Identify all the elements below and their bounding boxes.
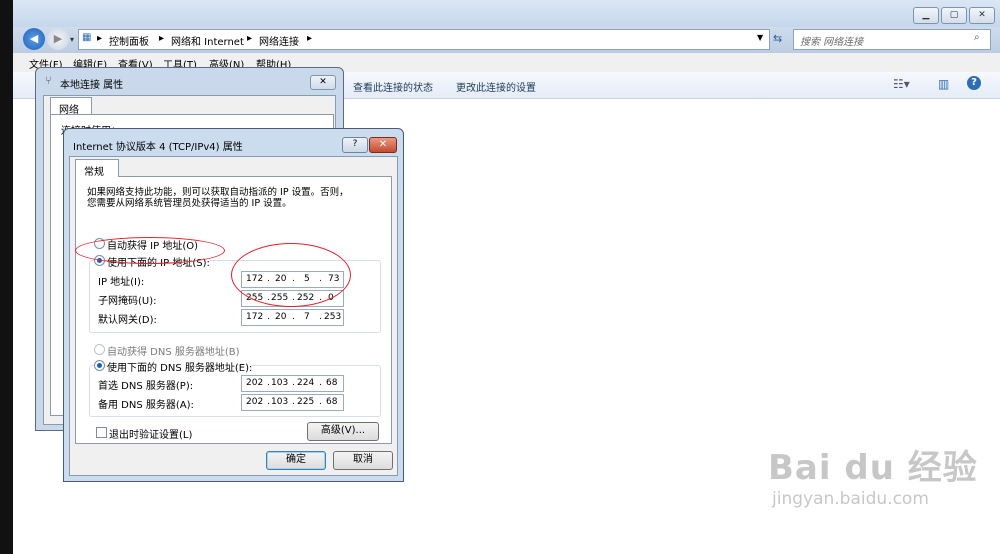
address-row: ◀ ▶ ▾ ▦ ▸ 控制面板 ▸ 网络和 Internet ▸ 网络连接 ▸ ▼… bbox=[13, 27, 1000, 53]
address-dropdown-icon[interactable]: ▼ bbox=[757, 33, 763, 42]
maximize-button[interactable]: ▢ bbox=[941, 7, 967, 24]
gateway-octet-4: 253 bbox=[324, 312, 342, 322]
dns2-octet-2: 103 bbox=[271, 397, 289, 407]
address-bar[interactable]: ▦ ▸ 控制面板 ▸ 网络和 Internet ▸ 网络连接 ▸ ▼ bbox=[78, 29, 770, 50]
advanced-button[interactable]: 高级(V)... bbox=[307, 422, 379, 441]
control-panel-icon: ▦ bbox=[82, 32, 92, 43]
manual-dns-label: 使用下面的 DNS 服务器地址(E): bbox=[107, 359, 253, 374]
dns1-octet-3: 224 bbox=[297, 378, 315, 388]
preferred-dns-input[interactable]: 202 . 103 . 224 . 68 bbox=[241, 375, 344, 392]
alternate-dns-label: 备用 DNS 服务器(A): bbox=[98, 400, 194, 411]
breadcrumb-network-connections[interactable]: 网络连接 bbox=[259, 33, 299, 48]
ipv4-properties-dialog: Internet 协议版本 4 (TCP/IPv4) 属性 ? ✕ 常规 如果网… bbox=[63, 128, 404, 482]
watermark-brand: Bai du 经验 bbox=[768, 448, 978, 488]
validate-on-exit-label: 退出时验证设置(L) bbox=[109, 430, 193, 441]
view-options-icon[interactable]: ☷▾ bbox=[893, 77, 910, 91]
ipv4-dialog-title: Internet 协议版本 4 (TCP/IPv4) 属性 bbox=[73, 142, 243, 153]
preview-pane-icon[interactable]: ▥ bbox=[938, 77, 949, 91]
lac-close-button[interactable]: ✕ bbox=[310, 75, 336, 90]
lac-dialog-title: 本地连接 属性 bbox=[60, 80, 124, 91]
tab-general[interactable]: 常规 bbox=[75, 159, 119, 178]
preferred-dns-label: 首选 DNS 服务器(P): bbox=[98, 381, 194, 392]
gateway-octet-3: 7 bbox=[304, 312, 310, 322]
description-line-2: 您需要从网络系统管理员处获得适当的 IP 设置。 bbox=[87, 198, 292, 209]
breadcrumb-sep-icon: ▸ bbox=[97, 33, 103, 44]
tab-network[interactable]: 网络 bbox=[50, 97, 92, 116]
annotation-ellipse-manual-ip bbox=[75, 237, 225, 264]
breadcrumb-network-internet[interactable]: 网络和 Internet bbox=[171, 33, 244, 48]
dns2-octet-1: 202 bbox=[246, 397, 264, 407]
breadcrumb-sep-icon: ▸ bbox=[159, 33, 165, 44]
dns1-octet-2: 103 bbox=[271, 378, 289, 388]
dns2-octet-3: 225 bbox=[297, 397, 315, 407]
ipv4-dialog-body: 常规 如果网络支持此功能，则可以获取自动指派的 IP 设置。否则， 您需要从网络… bbox=[69, 156, 398, 476]
gateway-octet-1: 172 bbox=[246, 312, 264, 322]
validate-on-exit-checkbox[interactable] bbox=[96, 427, 107, 438]
annotation-ellipse-ip-values bbox=[231, 243, 351, 307]
subnet-mask-label: 子网掩码(U): bbox=[98, 296, 157, 307]
back-button[interactable]: ◀ bbox=[23, 28, 45, 50]
alternate-dns-input[interactable]: 202 . 103 . 225 . 68 bbox=[241, 394, 344, 411]
cancel-button[interactable]: 取消 bbox=[333, 451, 393, 470]
history-dropdown-icon[interactable]: ▾ bbox=[70, 35, 74, 44]
gateway-octet-2: 20 bbox=[275, 312, 287, 322]
watermark-url: jingyan.baidu.com bbox=[772, 489, 929, 509]
breadcrumb-control-panel[interactable]: 控制面板 bbox=[109, 33, 149, 48]
search-icon[interactable]: ⌕ bbox=[974, 32, 980, 43]
help-button[interactable]: ? bbox=[342, 137, 368, 153]
manual-dns-radio[interactable] bbox=[94, 360, 105, 371]
dns2-octet-4: 68 bbox=[326, 397, 338, 407]
help-icon[interactable]: ? bbox=[967, 76, 981, 90]
ok-button[interactable]: 确定 bbox=[266, 451, 326, 470]
refresh-icon[interactable]: ⇆ bbox=[773, 32, 782, 45]
close-button[interactable]: ✕ bbox=[969, 7, 995, 24]
baidu-jingyan-watermark: Bai du 经验 jingyan.baidu.com bbox=[768, 440, 978, 509]
ip-address-label: IP 地址(I): bbox=[98, 277, 145, 288]
auto-dns-radio[interactable] bbox=[94, 344, 105, 355]
search-box[interactable]: 搜索 网络连接 ⌕ bbox=[793, 29, 991, 50]
breadcrumb-sep-icon: ▸ bbox=[247, 33, 253, 44]
search-placeholder: 搜索 网络连接 bbox=[800, 37, 864, 48]
tab-general-label: 常规 bbox=[84, 167, 104, 178]
default-gateway-input[interactable]: 172 . 20 . 7 . 253 bbox=[241, 309, 344, 326]
window-titlebar: ▁ ▢ ✕ bbox=[13, 0, 1000, 27]
default-gateway-label: 默认网关(D): bbox=[98, 315, 157, 326]
dns1-octet-4: 68 bbox=[326, 378, 338, 388]
ipv4-close-button[interactable]: ✕ bbox=[369, 137, 397, 153]
forward-button[interactable]: ▶ bbox=[47, 28, 69, 50]
change-connection-settings-button[interactable]: 更改此连接的设置 bbox=[456, 79, 536, 94]
general-tab-panel: 如果网络支持此功能，则可以获取自动指派的 IP 设置。否则， 您需要从网络系统管… bbox=[75, 176, 392, 444]
breadcrumb-sep-icon: ▸ bbox=[307, 33, 313, 44]
view-connection-status-button[interactable]: 查看此连接的状态 bbox=[353, 79, 433, 94]
auto-dns-label: 自动获得 DNS 服务器地址(B) bbox=[107, 347, 240, 358]
dns1-octet-1: 202 bbox=[246, 378, 264, 388]
network-adapter-icon: ⑂ bbox=[45, 74, 52, 87]
minimize-button[interactable]: ▁ bbox=[913, 7, 939, 24]
